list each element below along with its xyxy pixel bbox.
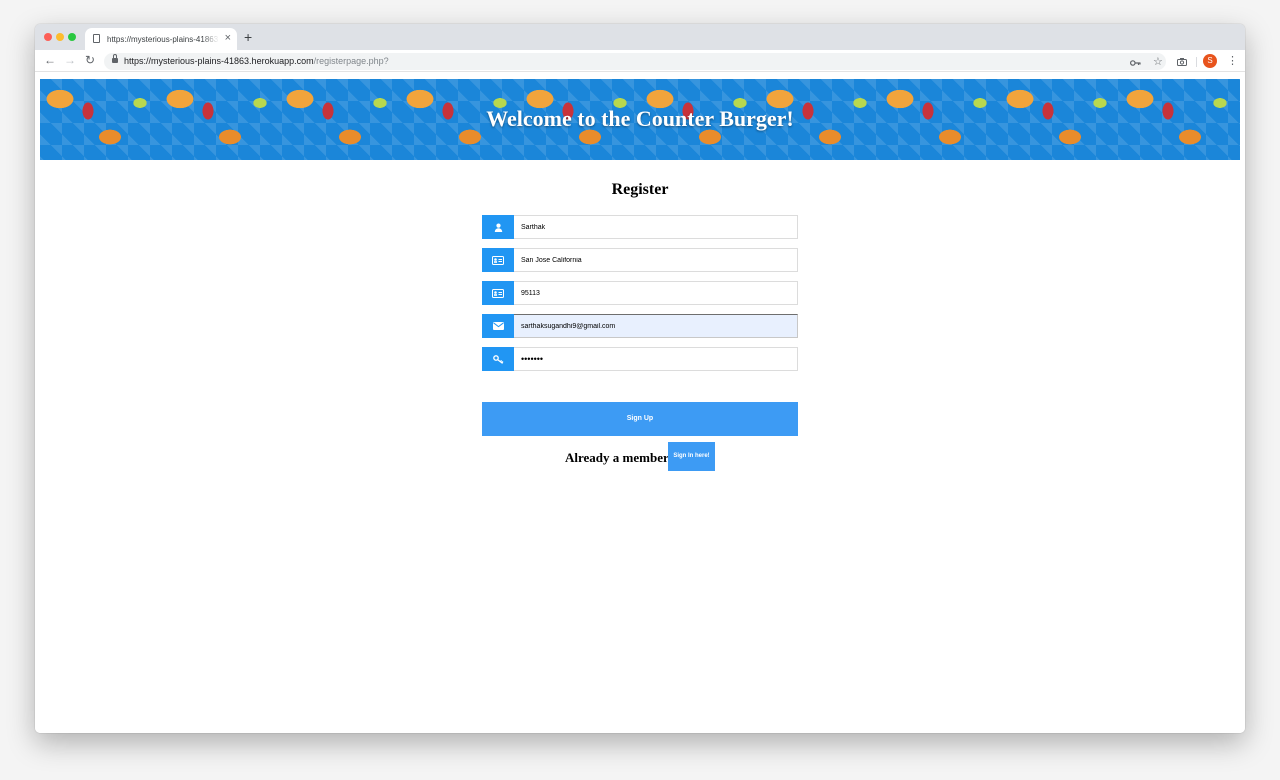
already-member-text: Already a member? — [565, 450, 676, 465]
toolbar-separator — [1196, 57, 1197, 67]
password-field — [482, 347, 798, 371]
star-icon[interactable]: ☆ — [1153, 55, 1163, 68]
envelope-icon — [482, 314, 514, 338]
page-icon — [93, 34, 100, 43]
web-page: Welcome to the Counter Burger! Register — [35, 72, 1245, 733]
address-field — [482, 248, 798, 272]
minimize-window-button[interactable] — [56, 33, 64, 41]
user-icon — [482, 215, 514, 239]
browser-tab[interactable]: https://mysterious-plains-41863 × — [85, 28, 237, 50]
tab-strip: https://mysterious-plains-41863 × + — [35, 24, 1245, 50]
zip-input[interactable] — [514, 282, 797, 304]
email-field — [482, 314, 798, 338]
browser-window: https://mysterious-plains-41863 × + ← → … — [35, 24, 1245, 733]
password-input[interactable] — [514, 348, 797, 370]
address-input[interactable] — [514, 249, 797, 271]
id-card-icon — [482, 281, 514, 305]
header-banner: Welcome to the Counter Burger! — [40, 79, 1240, 160]
camera-icon[interactable] — [1177, 58, 1187, 66]
id-card-icon — [482, 248, 514, 272]
key-icon[interactable] — [1130, 59, 1141, 67]
new-tab-button[interactable]: + — [244, 29, 252, 45]
name-field — [482, 215, 798, 239]
tab-title: https://mysterious-plains-41863 — [107, 35, 219, 44]
reload-icon[interactable]: ↻ — [85, 53, 95, 67]
sign-up-button[interactable]: Sign Up — [482, 402, 798, 436]
forward-icon[interactable]: → — [64, 53, 76, 67]
url-host: https://mysterious-plains-41863.herokuap… — [124, 56, 314, 66]
close-window-button[interactable] — [44, 33, 52, 41]
lock-icon — [112, 54, 118, 64]
form-heading: Register — [611, 181, 669, 198]
address-bar[interactable]: https://mysterious-plains-41863.herokuap… — [104, 53, 1166, 70]
browser-toolbar: ← → ↻ https://mysterious-plains-41863.he… — [35, 50, 1245, 72]
url-text[interactable]: https://mysterious-plains-41863.herokuap… — [124, 56, 389, 66]
sign-in-button[interactable]: Sign In here! — [668, 442, 715, 471]
banner-title: Welcome to the Counter Burger! — [486, 106, 794, 131]
maximize-window-button[interactable] — [68, 33, 76, 41]
back-icon[interactable]: ← — [44, 53, 56, 67]
tab-close-icon[interactable]: × — [225, 32, 231, 44]
zip-field — [482, 281, 798, 305]
url-path: /registerpage.php? — [313, 56, 389, 66]
key-icon — [482, 347, 514, 371]
menu-icon[interactable]: ⋮ — [1227, 54, 1238, 67]
profile-avatar[interactable]: S — [1203, 54, 1217, 68]
email-input[interactable] — [514, 315, 797, 337]
name-input[interactable] — [514, 216, 797, 238]
